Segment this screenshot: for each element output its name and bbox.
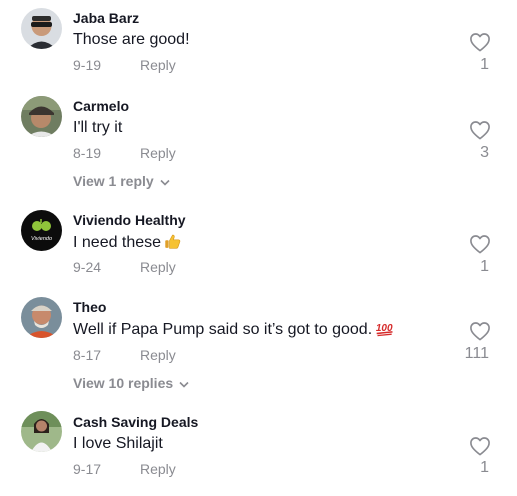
avatar[interactable] <box>21 411 62 452</box>
comment-text: Those are good! <box>73 31 190 48</box>
view-replies-label: View 10 replies <box>73 375 174 391</box>
avatar-image <box>21 96 62 137</box>
avatar-logo-text: Viviendo <box>31 236 52 242</box>
hundred-points-icon: 100 <box>376 323 393 337</box>
chevron-down-icon <box>179 381 189 388</box>
heart-icon[interactable] <box>469 436 491 456</box>
comment-date: 8-17 <box>73 347 102 363</box>
reply-button[interactable]: Reply <box>140 259 176 275</box>
avatar[interactable] <box>21 96 62 137</box>
heart-icon[interactable] <box>469 321 491 341</box>
avatar-image <box>21 411 62 452</box>
view-replies-label: View 1 reply <box>73 173 154 189</box>
like-count: 1 <box>480 459 489 476</box>
like-count: 3 <box>480 144 489 161</box>
avatar[interactable]: Viviendo <box>21 210 62 251</box>
comment-username[interactable]: Cash Saving Deals <box>73 414 198 430</box>
comment-text: I love Shilajit <box>73 435 163 452</box>
view-replies-button[interactable]: View 10 replies <box>73 375 189 391</box>
like-count: 1 <box>480 258 489 275</box>
comment-username[interactable]: Jaba Barz <box>73 10 139 26</box>
comment-text: I need these <box>73 233 181 252</box>
heart-icon[interactable] <box>469 234 491 254</box>
comment-username[interactable]: Carmelo <box>73 98 129 114</box>
comment-date: 9-17 <box>73 461 102 477</box>
chevron-down-icon <box>160 179 170 186</box>
comment-text-content: I need these <box>73 234 162 251</box>
comment-username[interactable]: Theo <box>73 299 106 315</box>
reply-button[interactable]: Reply <box>140 461 176 477</box>
reply-button[interactable]: Reply <box>140 145 176 161</box>
comment-date: 9-24 <box>73 259 102 275</box>
reply-button[interactable]: Reply <box>140 57 176 73</box>
avatar[interactable] <box>21 8 62 49</box>
comment-text-content: Well if Papa Pump said so it’s got to go… <box>73 321 373 338</box>
reply-button[interactable]: Reply <box>140 347 176 363</box>
avatar[interactable] <box>21 297 62 338</box>
avatar-image: Viviendo <box>21 210 62 251</box>
thumbs-up-icon <box>165 234 181 249</box>
comment-username[interactable]: Viviendo Healthy <box>73 212 186 228</box>
avatar-image <box>21 8 62 49</box>
heart-icon[interactable] <box>469 120 491 140</box>
like-count: 1 <box>480 56 489 73</box>
comment-text: Well if Papa Pump said so it’s got to go… <box>73 320 395 339</box>
heart-icon[interactable] <box>469 32 491 52</box>
avatar-image <box>21 297 62 338</box>
like-count: 111 <box>464 345 489 362</box>
comment-date: 8-19 <box>73 145 102 161</box>
comment-date: 9-19 <box>73 57 102 73</box>
comment-text: I'll try it <box>73 119 123 136</box>
view-replies-button[interactable]: View 1 reply <box>73 173 170 189</box>
